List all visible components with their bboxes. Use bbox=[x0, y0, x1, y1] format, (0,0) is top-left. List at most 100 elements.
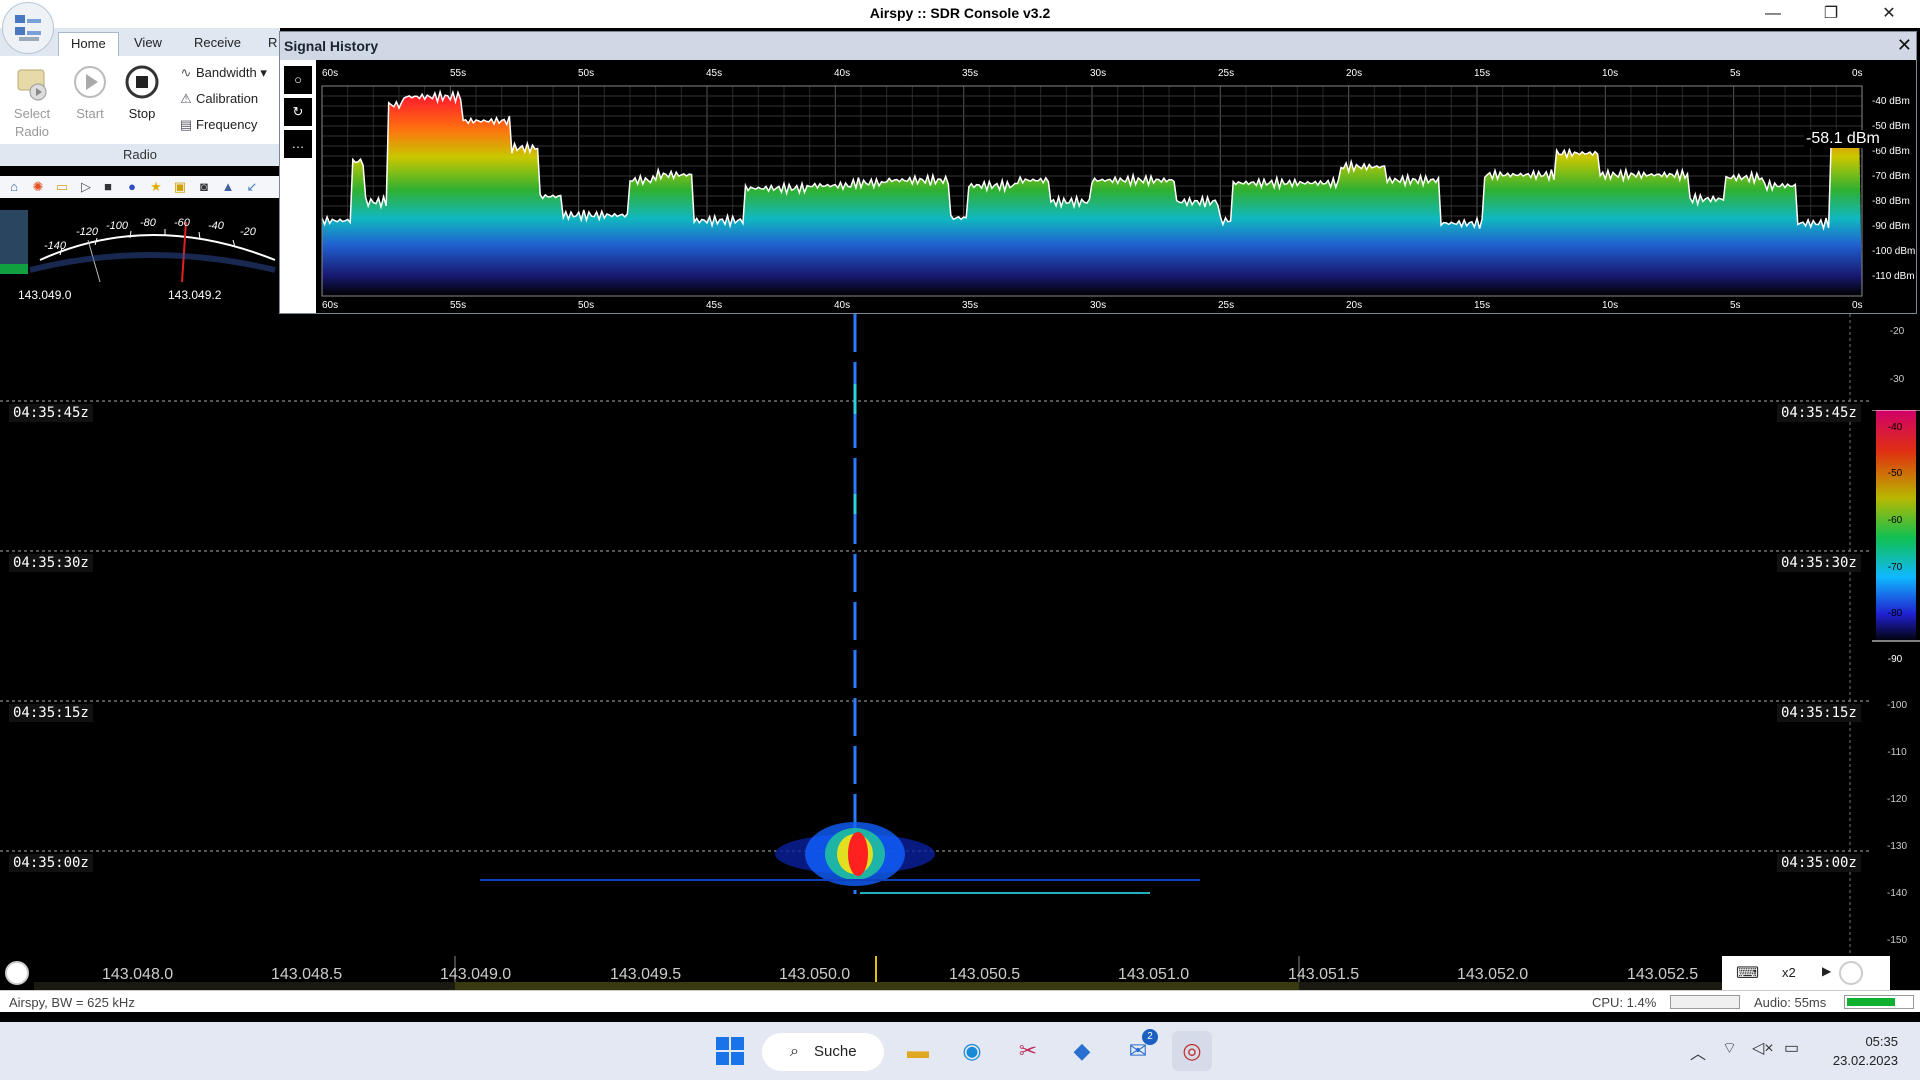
chevron-up-icon[interactable]: ︿ bbox=[1690, 1040, 1706, 1064]
freq-label-1: 143.048.0 bbox=[102, 966, 174, 983]
status-cpu: CPU: 1.4% bbox=[1592, 995, 1657, 1010]
time-bottom-0s: 0s bbox=[1852, 300, 1863, 311]
play-small-icon[interactable]: ▷ bbox=[78, 179, 94, 195]
folder-icon[interactable]: ▭ bbox=[54, 179, 70, 195]
frequency-button[interactable]: ▤ Frequency bbox=[176, 114, 258, 136]
dbm-label-110: -110 dBm bbox=[1872, 271, 1915, 282]
scroll-left-button[interactable] bbox=[5, 961, 29, 985]
mail-icon[interactable]: ✉ 2 bbox=[1118, 1029, 1158, 1071]
calibration-button[interactable]: ⚠ Calibration bbox=[176, 88, 258, 110]
maximize-button[interactable]: ❐ bbox=[1802, 0, 1860, 28]
time-top-55s: 55s bbox=[450, 68, 467, 79]
mail-badge: 2 bbox=[1142, 1029, 1158, 1045]
lock-icon[interactable]: ▣ bbox=[172, 179, 188, 195]
signal-history-caption[interactable]: Signal History ✕ bbox=[280, 32, 1916, 60]
freq-label-9: 143.052.0 bbox=[1457, 966, 1529, 983]
home-icon[interactable]: ⌂ bbox=[6, 179, 22, 195]
s-meter-scale-80: -80 bbox=[140, 217, 156, 229]
tab-view[interactable]: View bbox=[122, 32, 174, 56]
waterfall-time-left-4: 04:35:00z bbox=[9, 854, 93, 872]
time-top-10s: 10s bbox=[1602, 68, 1619, 79]
keyboard-icon[interactable]: ⌨ bbox=[1736, 963, 1759, 983]
time-bottom-15s: 15s bbox=[1474, 300, 1491, 311]
waterfall-time-left-2: 04:35:30z bbox=[9, 554, 93, 572]
signal-history-window[interactable]: Signal History ✕ ○ ↻ … 60s 55s 50s 45s 4… bbox=[279, 31, 1917, 314]
start-label: Start bbox=[76, 106, 104, 121]
tab-receive[interactable]: Receive bbox=[182, 32, 253, 56]
signal-history-graph bbox=[321, 85, 1863, 297]
start-menu-button[interactable] bbox=[710, 1031, 750, 1071]
select-radio-label: Select Radio bbox=[13, 106, 51, 139]
select-radio-icon bbox=[17, 69, 47, 101]
star-icon[interactable]: ★ bbox=[148, 179, 164, 195]
s-meter-scale-40: -40 bbox=[208, 220, 224, 232]
record-icon[interactable]: ● bbox=[124, 179, 140, 195]
time-bottom-35s: 35s bbox=[962, 300, 979, 311]
clock-time: 05:35 bbox=[1865, 1034, 1898, 1049]
scale-level-70: -70 bbox=[1887, 562, 1903, 573]
stop-button[interactable]: Stop bbox=[122, 64, 162, 123]
time-top-30s: 30s bbox=[1090, 68, 1107, 79]
status-audio: Audio: 55ms bbox=[1754, 995, 1827, 1010]
current-level-readout: -58.1 dBm bbox=[1804, 130, 1882, 148]
time-top-5s: 5s bbox=[1730, 68, 1741, 79]
waterfall-time-left-1: 04:35:45z bbox=[9, 404, 93, 422]
more-options-button[interactable]: … bbox=[284, 130, 312, 158]
volume-muted-icon[interactable]: ◁× bbox=[1752, 1038, 1774, 1058]
scale-tick-140: -140 bbox=[1886, 888, 1907, 899]
select-radio-button[interactable]: Select Radio bbox=[8, 64, 56, 141]
time-top-20s: 20s bbox=[1346, 68, 1363, 79]
battery-icon[interactable]: ▭ bbox=[1784, 1038, 1799, 1058]
calibration-label: Calibration bbox=[196, 91, 259, 106]
scale-level-60: -60 bbox=[1887, 515, 1903, 526]
frequency-bar[interactable]: 143.048.0 143.048.5 143.049.0 143.049.5 … bbox=[0, 956, 1920, 990]
time-bottom-45s: 45s bbox=[706, 300, 723, 311]
edge-browser-icon[interactable]: ◉ bbox=[952, 1031, 992, 1071]
dbm-label-90: -90 dBm bbox=[1872, 221, 1910, 232]
zoom-select[interactable]: x2 bbox=[1782, 965, 1796, 980]
bandwidth-button[interactable]: ∿ Bandwidth ▾ bbox=[176, 62, 267, 84]
dbm-label-100: -100 dBm bbox=[1872, 246, 1916, 257]
time-bottom-40s: 40s bbox=[834, 300, 851, 311]
time-top-35s: 35s bbox=[962, 68, 979, 79]
reset-button[interactable]: ○ bbox=[284, 66, 312, 94]
freq-label-5: 143.050.0 bbox=[779, 966, 851, 983]
tab-home[interactable]: Home bbox=[58, 32, 119, 56]
status-bar: Airspy, BW = 625 kHz CPU: 1.4% Audio: 55… bbox=[0, 990, 1920, 1012]
scale-tick-110: -110 bbox=[1887, 747, 1907, 758]
time-bottom-50s: 50s bbox=[578, 300, 595, 311]
s-meter-scale-140: -140 bbox=[44, 240, 67, 252]
time-top-25s: 25s bbox=[1218, 68, 1235, 79]
start-button[interactable]: Start bbox=[70, 64, 110, 123]
sdr-console-taskbar-icon[interactable]: ◎ bbox=[1172, 1031, 1212, 1071]
refresh-button[interactable]: ↻ bbox=[284, 98, 312, 126]
app-menu-button[interactable] bbox=[2, 2, 54, 54]
snipping-tool-icon[interactable]: ✂ bbox=[1008, 1031, 1048, 1071]
s-meter-scale-20: -20 bbox=[240, 226, 256, 238]
dbm-label-40: -40 dBm bbox=[1872, 96, 1910, 107]
s-meter-scale-120: -120 bbox=[76, 226, 99, 238]
s-meter-freq-right: 143.049.2 bbox=[168, 288, 222, 302]
window-title: Airspy :: SDR Console v3.2 bbox=[869, 5, 1051, 21]
close-button[interactable]: ✕ bbox=[1860, 0, 1918, 28]
camera-icon[interactable]: ◙ bbox=[196, 179, 212, 195]
waterfall-level-scale[interactable]: -20 -30 -40 -50 -60 -70 -80 -90 -100 -11… bbox=[1872, 314, 1920, 956]
zoom-arrow-icon[interactable]: ▶ bbox=[1822, 964, 1831, 978]
waterfall-time-right-1: 04:35:45z bbox=[1777, 404, 1861, 422]
freq-label-8: 143.051.5 bbox=[1288, 966, 1360, 983]
stop-small-icon[interactable]: ■ bbox=[100, 179, 116, 195]
wifi-icon[interactable]: ⌔ bbox=[1722, 1038, 1737, 1058]
flask-icon[interactable]: ▲ bbox=[220, 179, 236, 195]
minimize-button[interactable]: — bbox=[1744, 0, 1802, 28]
scale-tick-130: -130 bbox=[1886, 841, 1907, 852]
resize-icon[interactable]: ↙ bbox=[244, 179, 260, 195]
taskbar-search[interactable]: ⌕ Suche bbox=[762, 1033, 884, 1071]
file-explorer-icon[interactable]: ▬ bbox=[898, 1031, 938, 1071]
taskbar-clock[interactable]: 05:35 23.02.2023 bbox=[1833, 1032, 1898, 1070]
waterfall-display[interactable]: 04:35:45z 04:35:30z 04:35:15z 04:35:00z … bbox=[0, 314, 1872, 956]
scroll-right-button[interactable] bbox=[1839, 961, 1863, 985]
signal-history-close-icon[interactable]: ✕ bbox=[1897, 35, 1912, 56]
lifebuoy-icon[interactable]: ✺ bbox=[30, 179, 46, 195]
app-icon[interactable]: ◆ bbox=[1062, 1031, 1102, 1071]
scale-tick-150: -150 bbox=[1886, 935, 1907, 946]
